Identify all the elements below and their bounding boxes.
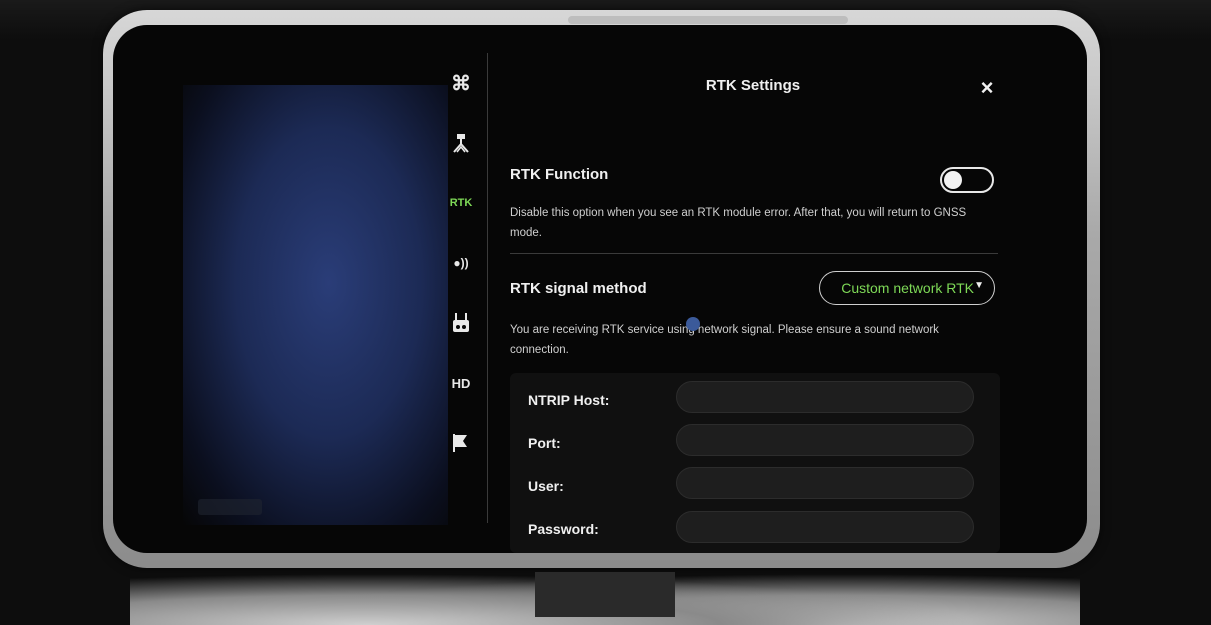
menu-item-remote[interactable] [441,293,481,353]
settings-side-menu: ⌘ RTK ●)) HD [437,53,485,553]
menu-item-rtk[interactable]: RTK [441,173,481,233]
menu-item-satellite[interactable] [441,113,481,173]
signal-method-label: RTK signal method [510,280,647,297]
close-button[interactable]: × [976,77,998,99]
page-title: RTK Settings [705,77,801,94]
ntrip-host-label: NTRIP Host: [528,392,610,408]
rtk-function-toggle[interactable] [940,167,994,193]
password-label: Password: [528,521,599,537]
controller-screen: ⌘ RTK ●)) HD RTK Settings × RTK Function… [113,25,1087,553]
drone-icon: ⌘ [451,72,471,95]
rtk-settings-panel: RTK Settings × RTK Function Disable this… [498,53,1008,553]
port-input[interactable] [676,424,974,456]
menu-item-aircraft[interactable]: ⌘ [441,53,481,113]
signal-method-dropdown[interactable]: Custom network RTK ▼ [819,271,995,305]
menu-item-more[interactable] [441,413,481,473]
rtk-label: RTK [449,197,473,209]
signal-method-value: Custom network RTK [841,280,974,296]
section-divider [510,253,998,254]
menu-item-transmission[interactable]: ●)) [441,233,481,293]
hd-label: HD [451,375,471,391]
password-input[interactable] [676,511,974,543]
ntrip-host-input[interactable] [676,381,974,413]
menu-divider [487,53,488,523]
camera-preview [183,85,448,525]
close-icon: × [980,75,994,100]
rtk-function-description: Disable this option when you see an RTK … [510,207,967,239]
port-label: Port: [528,435,561,451]
stand-center [535,572,675,617]
menu-item-hd[interactable]: HD [441,353,481,413]
rtk-function-label: RTK Function [510,166,609,183]
chevron-down-icon: ▼ [974,280,984,291]
satellite-icon [453,134,469,153]
frame-notch [568,16,848,24]
toggle-knob [944,171,962,189]
user-input[interactable] [676,467,974,499]
flag-icon [453,434,467,452]
signal-method-description: You are receiving RTK service using netw… [510,324,939,356]
touch-cursor [686,317,700,331]
ntrip-form: NTRIP Host: Port: User: Password: [510,373,1000,553]
remote-controller-icon [453,313,469,332]
preview-badge [198,499,262,515]
signal-icon: ●)) [453,256,469,270]
user-label: User: [528,478,564,494]
